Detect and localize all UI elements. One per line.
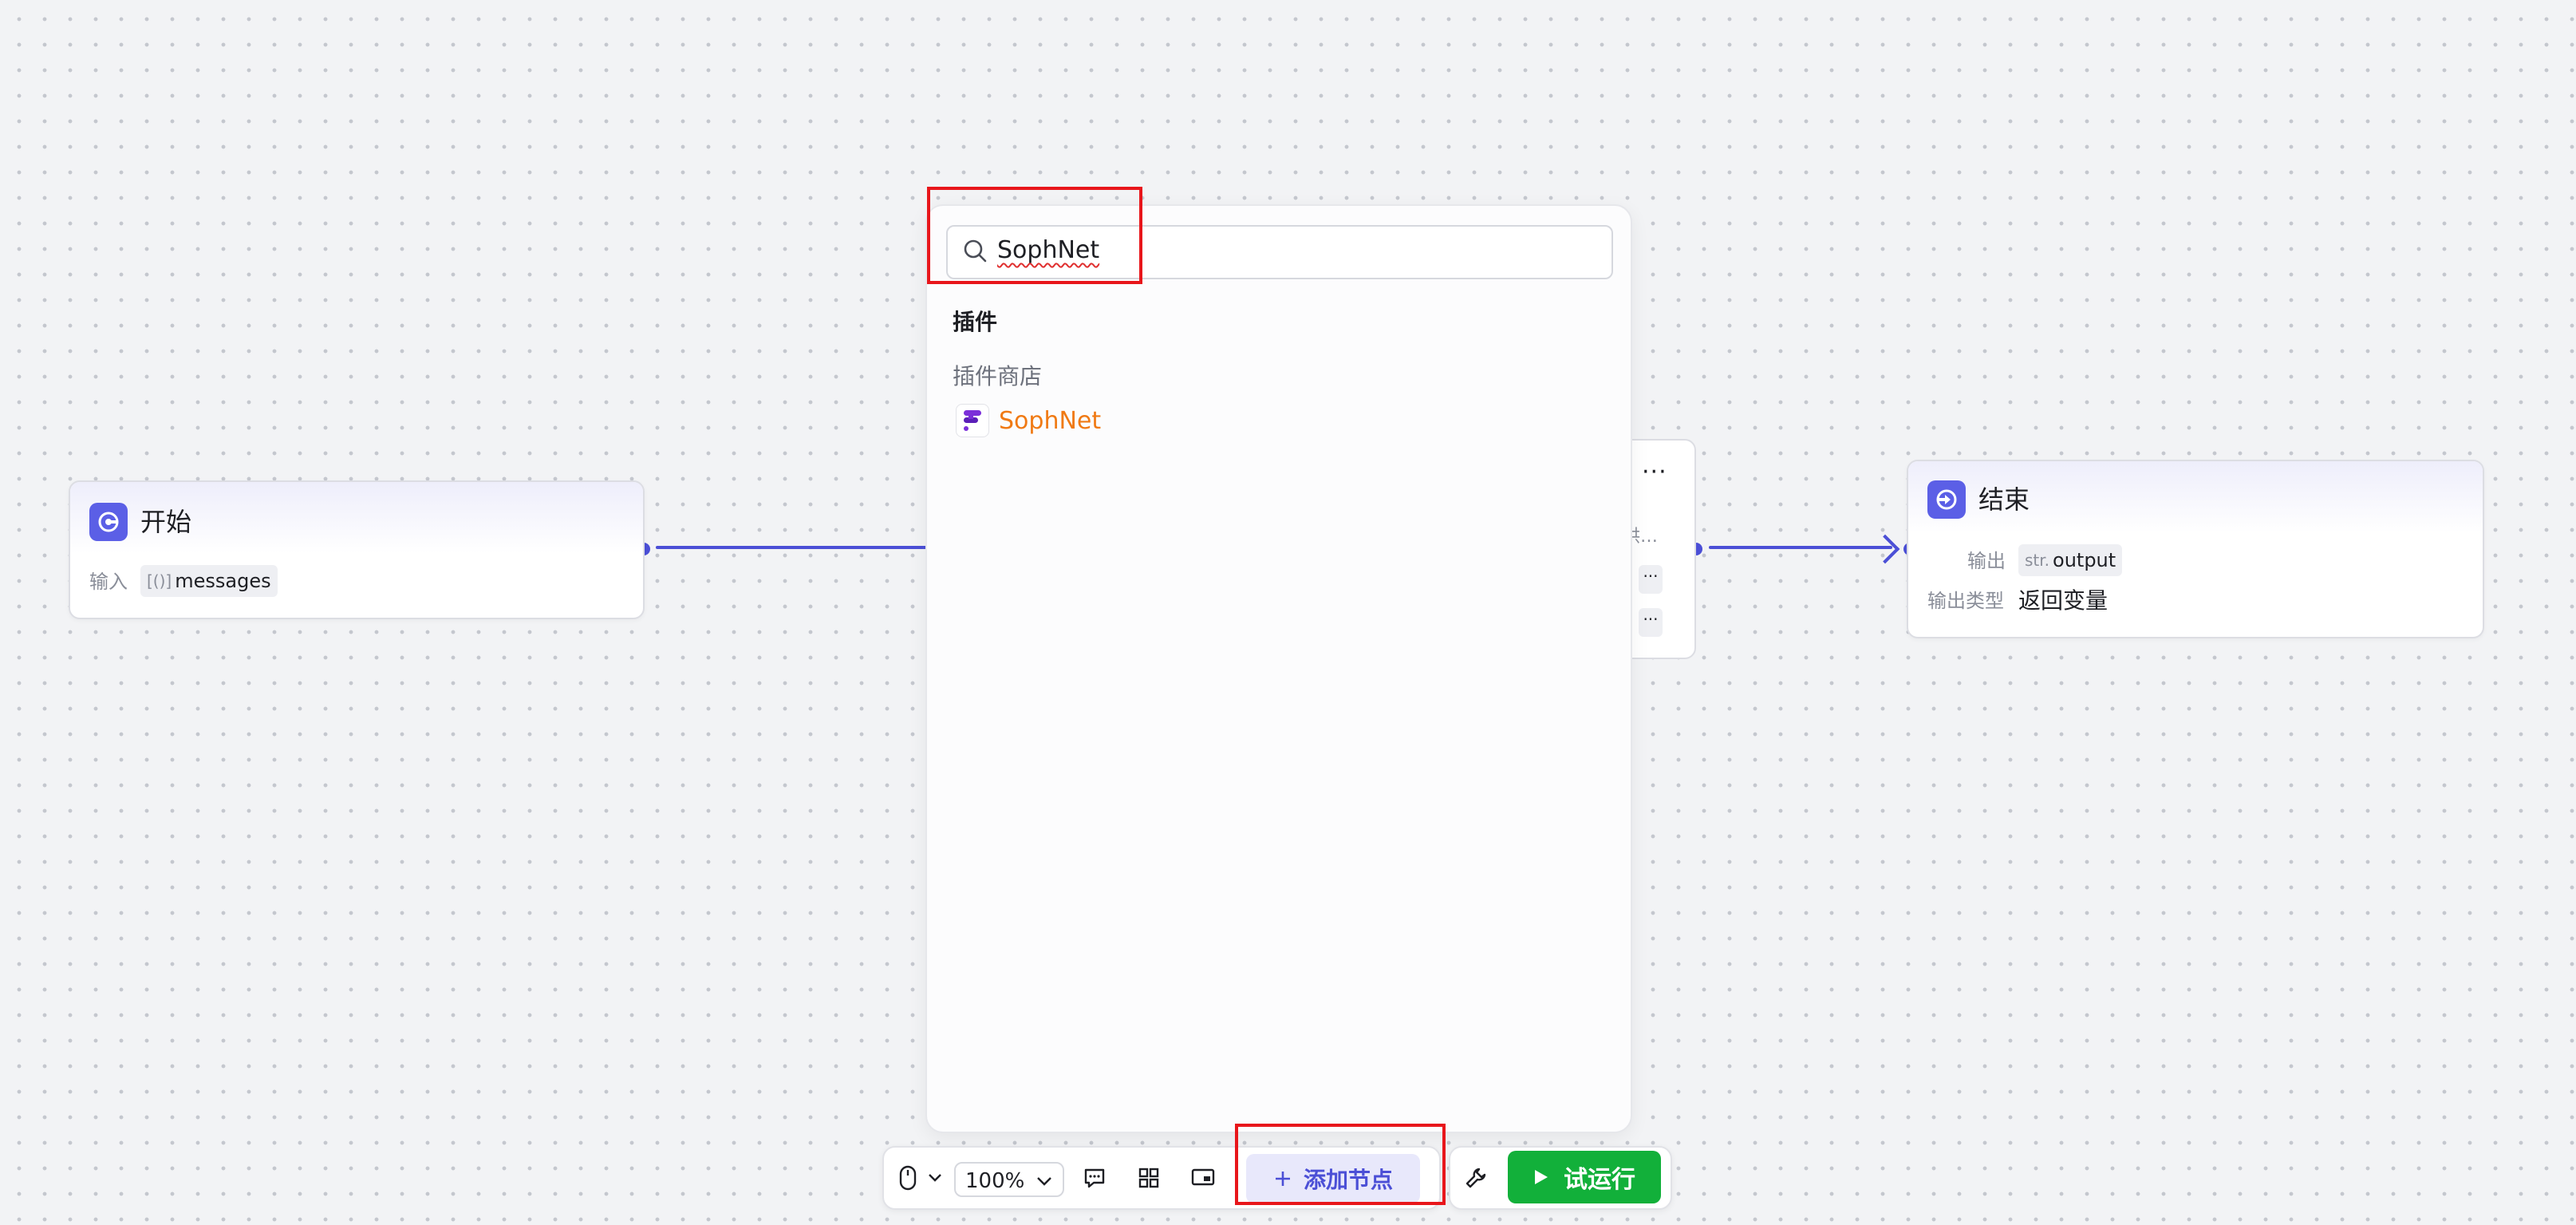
subsection-title-plugin-store: 插件商店 bbox=[953, 363, 1043, 389]
array-type-icon: [()] bbox=[147, 571, 172, 591]
wrench-icon[interactable] bbox=[1460, 1162, 1492, 1194]
end-output-label: 输出 bbox=[1967, 550, 2006, 572]
middle-param-2[interactable]: ··· bbox=[1639, 608, 1663, 637]
start-input-label: 输入 bbox=[89, 571, 128, 593]
end-node-title: 结束 bbox=[1978, 484, 2030, 515]
end-output-type-value: 返回变量 bbox=[2018, 587, 2109, 614]
zoom-chevron-icon bbox=[1037, 1177, 1051, 1186]
string-type-icon: str. bbox=[2025, 551, 2050, 570]
end-output-type-label: 输出类型 bbox=[1927, 590, 2004, 612]
end-node[interactable]: 结束 输出 str. output 输出类型 返回变量 bbox=[1907, 460, 2484, 638]
start-node-title: 开始 bbox=[140, 507, 192, 537]
test-run-button[interactable]: 试运行 bbox=[1508, 1151, 1661, 1203]
chevron-down-icon[interactable] bbox=[919, 1162, 951, 1194]
zoom-level: 100% bbox=[965, 1169, 1025, 1193]
middle-param-1[interactable]: ··· bbox=[1639, 565, 1663, 594]
auto-layout-icon[interactable] bbox=[1133, 1162, 1165, 1194]
section-title-plugins: 插件 bbox=[953, 309, 998, 335]
minimap-icon[interactable] bbox=[1187, 1162, 1219, 1194]
highlight-search-box bbox=[927, 187, 1142, 284]
end-icon bbox=[1927, 480, 1966, 519]
highlight-add-node-button bbox=[1235, 1124, 1446, 1205]
edge-arrow-head bbox=[1870, 534, 1900, 564]
zoom-select[interactable]: 100% bbox=[954, 1162, 1064, 1197]
edge-middle-to-end bbox=[1709, 546, 1892, 549]
sophnet-logo-icon bbox=[956, 404, 989, 437]
play-icon bbox=[1535, 1170, 1548, 1184]
node-search-panel: SophNet 插件 插件商店 SophNet bbox=[925, 204, 1632, 1133]
start-input-value: messages bbox=[175, 570, 271, 592]
start-icon bbox=[89, 503, 128, 541]
edge-start-to-middle bbox=[656, 546, 927, 549]
node-menu-button[interactable]: ··· bbox=[1642, 458, 1667, 486]
comment-icon[interactable] bbox=[1079, 1162, 1110, 1194]
start-input-chip: [()] messages bbox=[140, 565, 278, 597]
search-result-name[interactable]: SophNet bbox=[999, 407, 1101, 435]
start-node[interactable]: 开始 输入 [()] messages bbox=[69, 480, 645, 619]
end-output-chip: str. output bbox=[2018, 544, 2123, 576]
end-output-value: output bbox=[2053, 549, 2116, 571]
search-result-sophnet[interactable]: SophNet bbox=[956, 404, 1101, 437]
test-run-label: 试运行 bbox=[1564, 1166, 1635, 1194]
